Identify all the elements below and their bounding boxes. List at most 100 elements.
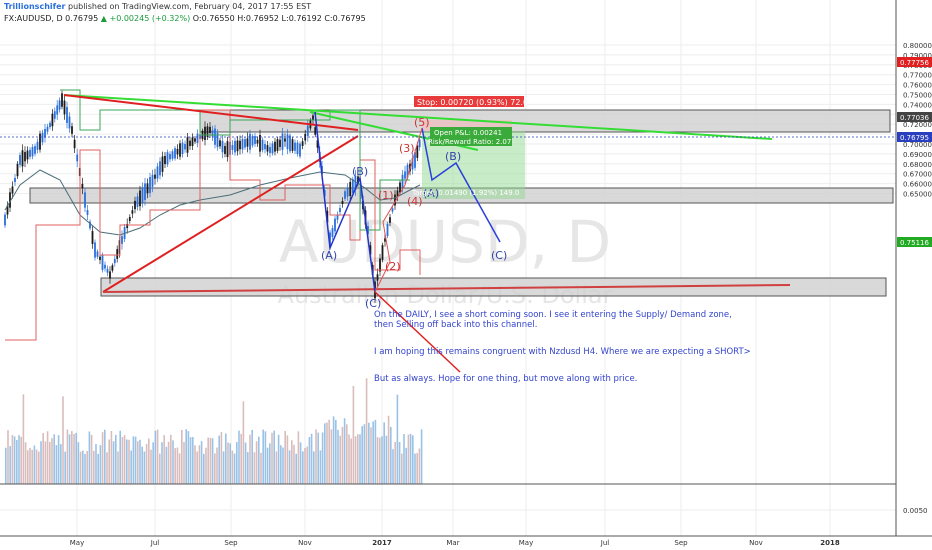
volume-bar [328, 419, 330, 484]
volume-bar [86, 451, 88, 484]
volume-bar [308, 437, 311, 484]
candle-body [66, 107, 68, 123]
volume-bar [275, 451, 278, 484]
price-change: +0.00245 (+0.32%) [109, 14, 191, 23]
candle-body [241, 138, 244, 150]
volume-bar [313, 451, 315, 484]
volume-bar [249, 434, 251, 484]
candle-body [24, 152, 26, 162]
open-pl-label: Open P&L: 0.00241 [434, 129, 502, 137]
candle-body [284, 138, 286, 142]
candle-body [41, 132, 44, 143]
candle-body [196, 133, 199, 144]
volume-bar [181, 429, 183, 484]
candle-body [179, 143, 181, 157]
demand-zone-lower[interactable] [100, 277, 887, 297]
candle-body [204, 126, 206, 140]
volume-bar [218, 435, 220, 484]
annotation-line-1: On the DAILY, I see a short coming soon.… [374, 310, 732, 320]
volume-bar [266, 447, 269, 484]
wave-label-3: (3) [399, 142, 415, 155]
wave-label-b1: (B) [352, 165, 368, 178]
candle-body [296, 142, 299, 155]
candle-body [34, 146, 36, 154]
volume-bar [273, 430, 275, 484]
volume-bar [176, 447, 179, 484]
candle-body [279, 139, 281, 147]
volume-bar [352, 385, 355, 484]
candle-body [391, 208, 394, 212]
volume-bar [174, 448, 176, 484]
candle-body [4, 214, 6, 226]
ohlc-values: O:0.76550 H:0.76952 L:0.76192 C:0.76795 [192, 14, 366, 23]
volume-bar [20, 436, 22, 484]
wave-label-c1: (C) [365, 297, 381, 310]
volume-bar [354, 436, 357, 484]
candle-body [306, 125, 309, 136]
volume-bar [286, 435, 289, 484]
volume-bar [295, 453, 297, 484]
volume-bar [143, 451, 146, 484]
candle-body [44, 129, 46, 138]
time-axis[interactable]: May Jul Sep Nov 2017 Mar May Jul Sep Nov 2018 [70, 539, 840, 547]
volume-bar [24, 442, 27, 484]
price-marker: 0.75116 [897, 237, 932, 247]
candle-body [49, 122, 51, 128]
candle-body [96, 251, 99, 257]
volume-bar [225, 433, 227, 484]
volume-bar [299, 442, 302, 484]
volume-bar [187, 431, 190, 484]
candle-body [84, 192, 86, 208]
supply-zone-upper[interactable] [199, 109, 891, 133]
candle-body [254, 136, 256, 144]
price-axis[interactable]: 0.800000.790000.780000.770000.760000.750… [897, 42, 932, 515]
candle-body [251, 136, 254, 146]
volume-bar [297, 431, 300, 484]
volume-bar [332, 416, 335, 484]
candle-body [271, 143, 274, 154]
volume-bar [302, 451, 304, 484]
volume-bar [390, 427, 392, 484]
volume-bar [101, 432, 104, 484]
volume-bar [414, 453, 416, 484]
volume-bar [381, 436, 383, 484]
volume-bar [132, 436, 135, 484]
volume-bar [165, 446, 168, 484]
volume-bar [161, 442, 163, 484]
y-tick-label: 0.0050 [903, 507, 928, 515]
volume-bar [185, 429, 187, 484]
volume-bar [27, 450, 29, 484]
volume-bar [82, 450, 84, 484]
candle-body [269, 146, 271, 154]
candle-body [113, 258, 116, 264]
candle-body [134, 200, 136, 210]
volume-bar [335, 419, 337, 484]
wave-label-5: (5) [414, 116, 430, 129]
volume-bar [16, 439, 18, 484]
price-chart[interactable]: AUDUSD, D Australian Dollar/U.S. Dollar … [0, 0, 932, 550]
volume-bar [189, 437, 192, 484]
candle-body [11, 186, 14, 194]
candle-body [156, 166, 159, 179]
volume-bar [97, 453, 99, 484]
candle-body [346, 187, 349, 197]
volume-bar [238, 430, 240, 484]
publish-text: published on TradingView.com, February 0… [68, 2, 312, 11]
volume-bar [255, 441, 258, 484]
price-marker-label: 0.77036 [900, 114, 929, 122]
volume-bar [385, 435, 388, 484]
volume-bar [396, 394, 399, 484]
volume-bar [84, 453, 86, 484]
volume-bar [357, 434, 359, 484]
author-link[interactable]: Trillionschifer [4, 2, 65, 11]
candle-body [111, 265, 114, 271]
ohlc-bar: FX:AUDUSD, D 0.76795 ▲ +0.00245 (+0.32%)… [4, 14, 366, 23]
candle-body [389, 217, 391, 223]
volume-bar [117, 451, 119, 484]
candle-body [154, 174, 156, 179]
x-tick-label: 2018 [820, 539, 840, 547]
volume-bar [240, 433, 242, 484]
candle-body [63, 100, 66, 115]
candle-body [276, 139, 279, 151]
volume-bar [148, 438, 150, 484]
